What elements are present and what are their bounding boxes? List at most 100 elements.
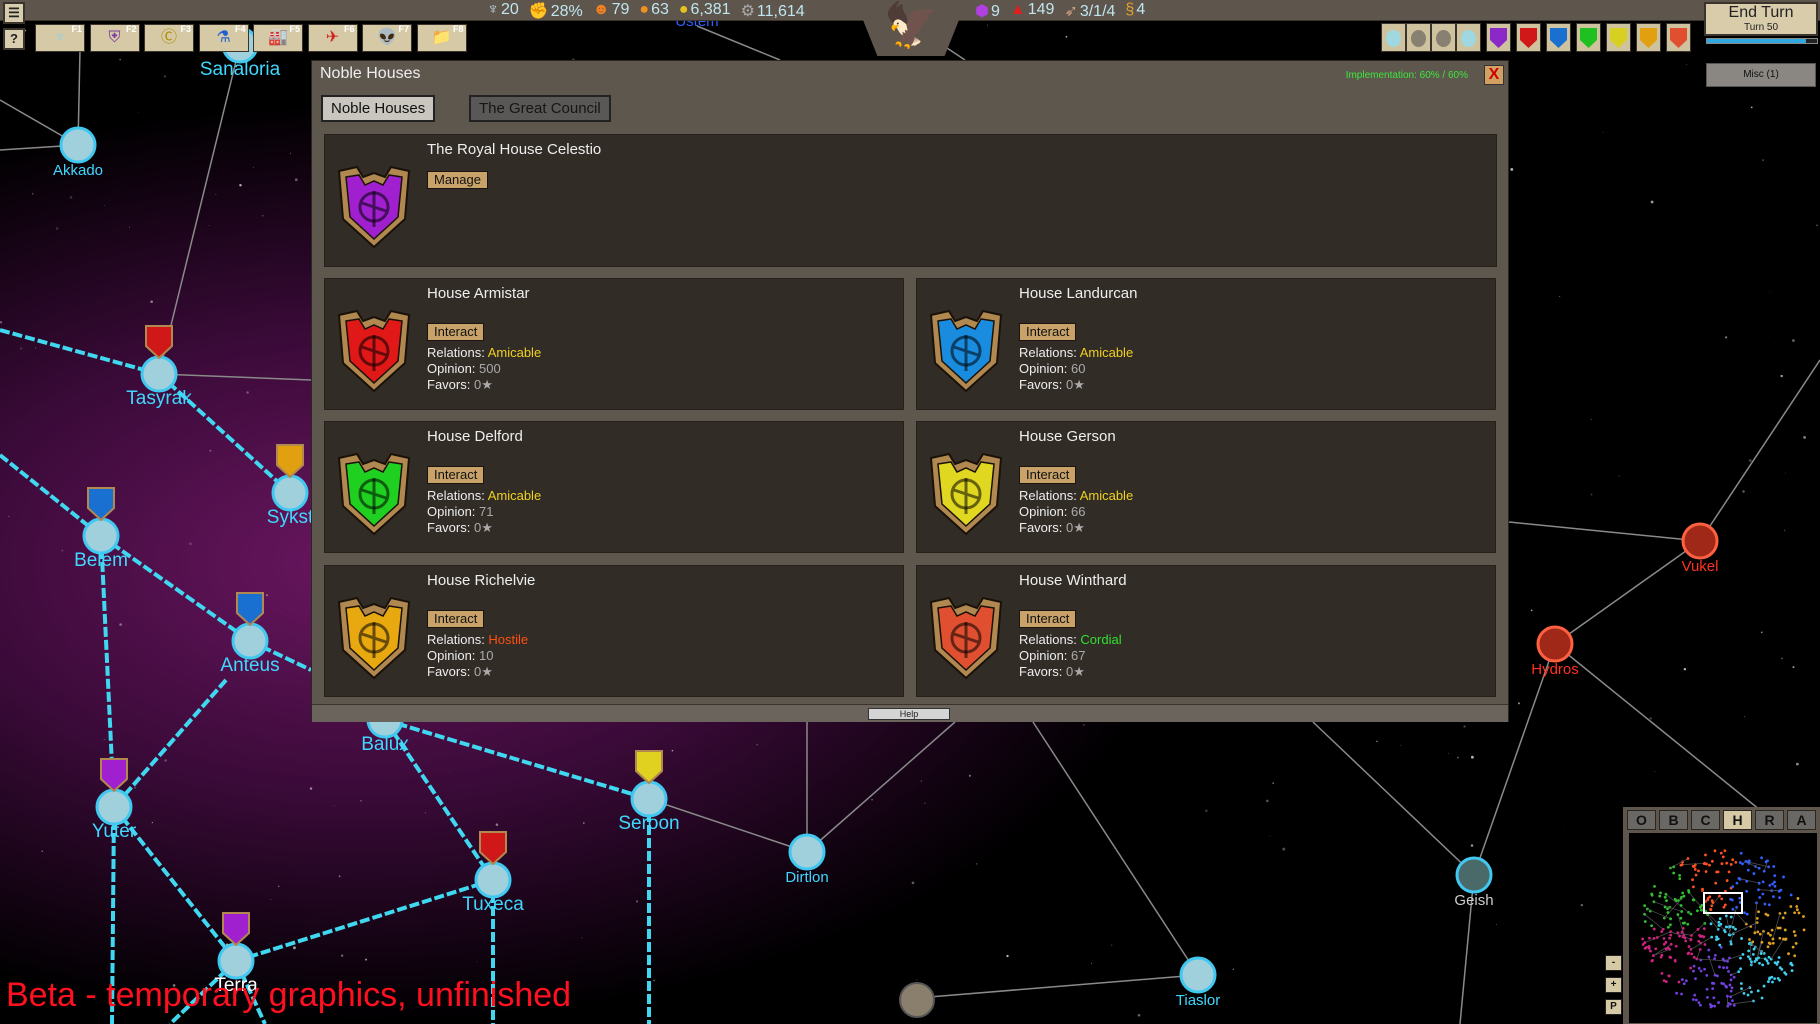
planet-icon bbox=[140, 355, 178, 393]
favors-row: Favors: 0★ bbox=[1019, 664, 1122, 680]
opinion-row: Opinion: 60 bbox=[1019, 361, 1133, 377]
opinion-label: Opinion: bbox=[1019, 504, 1072, 519]
interact-button[interactable]: Interact bbox=[1019, 610, 1077, 628]
stat-crystal[interactable]: ⬢ 9 bbox=[975, 1, 1000, 21]
minimap-tab-h[interactable]: H bbox=[1723, 810, 1752, 830]
star-icon: ★ bbox=[481, 664, 493, 679]
minimap-tab-o[interactable]: O bbox=[1627, 810, 1656, 830]
misc-button[interactable]: Misc (1) bbox=[1706, 63, 1816, 87]
hotkey-label: F8 bbox=[452, 24, 464, 34]
toolbar-economy-button[interactable]: Ⓒ F3 bbox=[144, 24, 194, 52]
opinion-label: Opinion: bbox=[1019, 648, 1072, 663]
minimap-tab-c[interactable]: C bbox=[1691, 810, 1720, 830]
house-name: House Gerson bbox=[1019, 428, 1116, 445]
star-system-tiaslor[interactable]: Tiaslor bbox=[1176, 956, 1220, 1009]
toolbar-fleets-button[interactable]: ✈ F6 bbox=[307, 24, 358, 52]
planet-icon bbox=[95, 788, 133, 826]
stat-gear[interactable]: ⚙ 11,614 bbox=[741, 1, 805, 21]
interact-button[interactable]: Interact bbox=[1019, 466, 1077, 484]
star-icon: ★ bbox=[481, 377, 493, 392]
stat-coin[interactable]: ● 6,381 bbox=[679, 1, 731, 21]
help-button[interactable]: ? bbox=[3, 28, 25, 50]
stat-alert[interactable]: ▲ 149 bbox=[1010, 1, 1055, 21]
stat-food[interactable]: ● 63 bbox=[639, 1, 668, 21]
tab-great-council[interactable]: The Great Council bbox=[469, 95, 611, 122]
p-button[interactable]: P bbox=[1605, 999, 1622, 1015]
relations-value: Cordial bbox=[1080, 632, 1122, 647]
hotkey-label: F4 bbox=[234, 24, 246, 34]
toolbar-files-button[interactable]: 📁 F8 bbox=[416, 24, 467, 52]
minimap-tab-a[interactable]: A bbox=[1787, 810, 1816, 830]
relations-value: Hostile bbox=[488, 632, 529, 647]
stat-person[interactable]: ☻ 79 bbox=[593, 1, 630, 21]
relations-label: Relations: bbox=[427, 632, 489, 647]
toolbar-industry-button[interactable]: 🏭 F5 bbox=[253, 24, 303, 52]
planet-2-button[interactable] bbox=[1406, 23, 1431, 52]
planet-icon bbox=[1461, 30, 1476, 47]
system-label: Belem bbox=[74, 550, 128, 571]
end-turn-button[interactable]: End Turn Turn 50 bbox=[1704, 2, 1818, 36]
house-name: House Richelvie bbox=[427, 572, 536, 589]
star-system-geish[interactable]: Geish bbox=[1454, 856, 1494, 909]
favors-row: Favors: 0★ bbox=[427, 377, 541, 393]
house-card: House Delford Interact Relations: Amicab… bbox=[324, 421, 904, 553]
planet-icon bbox=[217, 942, 255, 980]
house-banner-button[interactable] bbox=[1486, 23, 1511, 52]
planet-3-button[interactable] bbox=[1431, 23, 1456, 52]
zoom-out-button[interactable]: - bbox=[1605, 955, 1622, 971]
planet-icon bbox=[1179, 956, 1217, 994]
stat-eagle[interactable]: ♆ 20 bbox=[487, 1, 519, 21]
house-banner-button[interactable] bbox=[1666, 23, 1691, 52]
beta-notice: Beta - temporary graphics, unfinished bbox=[6, 976, 572, 1014]
opinion-row: Opinion: 10 bbox=[427, 648, 528, 664]
planet-capital-button[interactable] bbox=[1456, 23, 1481, 52]
planet-icon bbox=[1681, 522, 1719, 560]
empire-eagle-icon[interactable]: 🦅 bbox=[870, 0, 952, 56]
menu-icon: ☰ bbox=[8, 5, 20, 20]
stat-influence[interactable]: § 4 bbox=[1125, 1, 1145, 21]
stat-value: 28% bbox=[550, 3, 583, 20]
interact-button[interactable]: Interact bbox=[427, 610, 485, 628]
planet-icon bbox=[1411, 30, 1426, 47]
eagle-icon: ♆ bbox=[487, 1, 499, 18]
relations-row: Relations: Cordial bbox=[1019, 632, 1122, 648]
stat-fist[interactable]: ✊ 28% bbox=[529, 1, 583, 21]
house-banner-button[interactable] bbox=[1546, 23, 1571, 52]
house-banner-button[interactable] bbox=[1636, 23, 1661, 52]
zoom-in-button[interactable]: + bbox=[1605, 977, 1622, 993]
house-crest-icon bbox=[929, 309, 1003, 393]
toolbar-empire-button[interactable]: ♆ F1 bbox=[35, 24, 85, 52]
relations-label: Relations: bbox=[1019, 488, 1080, 503]
toolbar-aliens-button[interactable]: 👽 F7 bbox=[362, 24, 412, 52]
close-button[interactable]: X bbox=[1484, 65, 1504, 85]
help-dialog-button[interactable]: Help bbox=[868, 708, 950, 720]
house-banner-button[interactable] bbox=[1576, 23, 1601, 52]
system-label: Akkado bbox=[53, 162, 103, 179]
toolbar-military-button[interactable]: ⛨ F2 bbox=[89, 24, 140, 52]
stat-rocket[interactable]: ➶ 3/1/4 bbox=[1064, 1, 1115, 21]
planet-icon bbox=[474, 861, 512, 899]
star-system-vukel[interactable]: Vukel bbox=[1681, 522, 1719, 575]
relations-label: Relations: bbox=[427, 488, 488, 503]
minimap-view[interactable] bbox=[1629, 833, 1817, 1023]
opinion-value: 67 bbox=[1071, 648, 1086, 663]
opinion-row: Opinion: 66 bbox=[1019, 504, 1133, 520]
main-menu-button[interactable]: ☰ bbox=[3, 2, 25, 24]
favors-label: Favors: bbox=[427, 664, 474, 679]
manage-button[interactable]: Manage bbox=[427, 171, 488, 189]
opinion-value: 10 bbox=[479, 648, 494, 663]
toolbar-research-button[interactable]: ⚗ F4 bbox=[198, 24, 249, 52]
relations-row: Relations: Amicable bbox=[427, 345, 541, 361]
house-banner-button[interactable] bbox=[1606, 23, 1631, 52]
house-banner-button[interactable] bbox=[1516, 23, 1541, 52]
turn-progress-bar bbox=[1706, 38, 1818, 44]
minimap-tab-b[interactable]: B bbox=[1659, 810, 1688, 830]
minimap-tab-r[interactable]: R bbox=[1755, 810, 1784, 830]
interact-button[interactable]: Interact bbox=[1019, 323, 1077, 341]
interact-button[interactable]: Interact bbox=[427, 466, 485, 484]
tab-noble-houses[interactable]: Noble Houses bbox=[321, 95, 436, 122]
hotkey-label: F3 bbox=[180, 24, 191, 34]
interact-button[interactable]: Interact bbox=[427, 323, 485, 341]
planet-1-button[interactable] bbox=[1381, 23, 1406, 52]
star-system-dirtlon[interactable]: Dirtlon bbox=[785, 833, 829, 886]
